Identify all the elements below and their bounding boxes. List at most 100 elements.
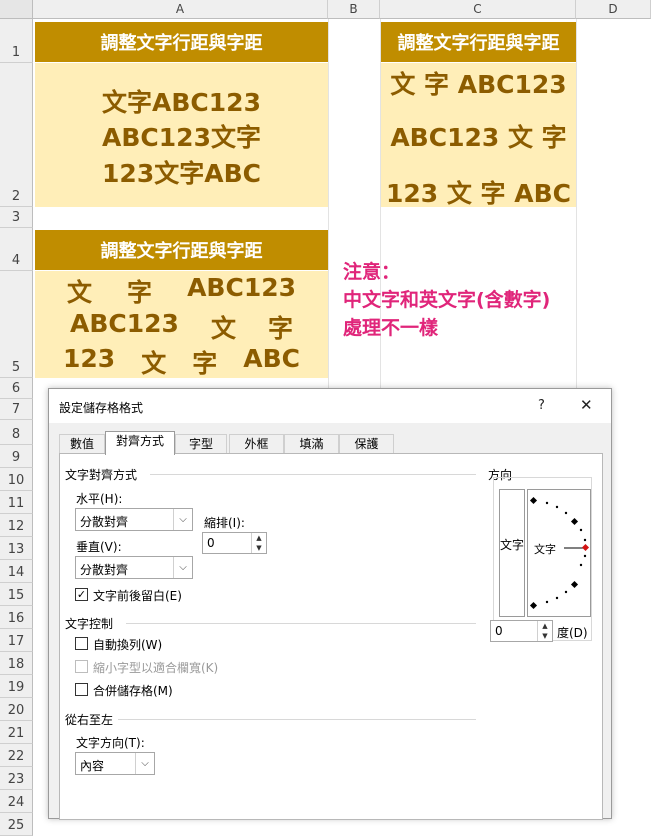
row-header-16[interactable]: 16 bbox=[0, 606, 33, 629]
row-header-22[interactable]: 22 bbox=[0, 744, 33, 767]
chevron-down-icon[interactable]: ⌵ bbox=[135, 753, 154, 774]
column-header-d[interactable]: D bbox=[576, 0, 651, 19]
column-header-b[interactable]: B bbox=[328, 0, 380, 19]
tab-protection[interactable]: 保護 bbox=[339, 434, 394, 454]
degrees-spinner[interactable]: 0 ▲ ▼ bbox=[490, 620, 553, 642]
spin-up-icon[interactable]: ▲ bbox=[252, 533, 266, 543]
cell-a2[interactable]: 文字ABC123 ABC123文字 123文字ABC bbox=[35, 63, 328, 207]
tab-alignment[interactable]: 對齊方式 bbox=[105, 431, 175, 455]
orientation-dial[interactable]: 文字 bbox=[527, 489, 591, 617]
row-header-3[interactable]: 3 bbox=[0, 207, 33, 228]
dialog-titlebar[interactable]: 設定儲存格格式 ? ✕ bbox=[49, 389, 611, 423]
cell-a1-header[interactable]: 調整文字行距與字距 bbox=[35, 22, 328, 62]
horizontal-label: 水平(H): bbox=[76, 492, 123, 506]
cell-c1-header[interactable]: 調整文字行距與字距 bbox=[381, 22, 576, 62]
row-number: 8 bbox=[11, 427, 21, 442]
shrink-to-fit-label: 縮小字型以適合欄寬(K) bbox=[93, 661, 219, 675]
cell-text-line: 123文字ABC bbox=[102, 159, 261, 188]
close-button[interactable]: ✕ bbox=[580, 396, 593, 414]
cell-text-token: 文 bbox=[141, 349, 167, 378]
row-header-21[interactable]: 21 bbox=[0, 721, 33, 744]
help-button[interactable]: ? bbox=[538, 398, 545, 413]
row-header-11[interactable]: 11 bbox=[0, 491, 33, 514]
column-header-c[interactable]: C bbox=[380, 0, 576, 19]
row-header-25[interactable]: 25 bbox=[0, 813, 33, 836]
row-header-5[interactable]: 5 bbox=[0, 271, 33, 378]
cell-text-token: 字 bbox=[267, 314, 293, 343]
note-line: 注意： bbox=[343, 261, 401, 283]
row-header-24[interactable]: 24 bbox=[0, 790, 33, 813]
row-header-8[interactable]: 8 bbox=[0, 420, 33, 445]
wrap-text-label[interactable]: 自動換列(W) bbox=[93, 636, 162, 653]
cell-text-line: 123 文 字 ABC bbox=[385, 179, 572, 208]
dialog-title: 設定儲存格格式 bbox=[59, 401, 144, 415]
row-header-13[interactable]: 13 bbox=[0, 537, 33, 560]
justify-distributed-label[interactable]: 文字前後留白(E) bbox=[93, 587, 182, 604]
row-number: 21 bbox=[7, 726, 25, 741]
row-number: 20 bbox=[7, 703, 25, 718]
row-header-18[interactable]: 18 bbox=[0, 652, 33, 675]
spin-down-icon[interactable]: ▼ bbox=[252, 543, 266, 553]
horizontal-select[interactable]: 分散對齊 ⌵ bbox=[75, 508, 193, 531]
vertical-text-sample: 文字 bbox=[500, 538, 525, 552]
tab-number[interactable]: 數值 bbox=[59, 434, 105, 454]
row-header-9[interactable]: 9 bbox=[0, 445, 33, 468]
alignment-panel: 文字對齊方式 水平(H): 分散對齊 ⌵ 縮排(I): 0 ▲ ▼ 垂直(V):… bbox=[59, 453, 603, 820]
spin-down-icon[interactable]: ▼ bbox=[538, 631, 552, 641]
row-header-4[interactable]: 4 bbox=[0, 228, 33, 271]
cell-a4-header[interactable]: 調整文字行距與字距 bbox=[35, 230, 328, 270]
chevron-down-icon[interactable]: ⌵ bbox=[173, 557, 192, 578]
row-header-17[interactable]: 17 bbox=[0, 629, 33, 652]
vertical-select-value: 分散對齊 bbox=[80, 563, 129, 577]
row-header-19[interactable]: 19 bbox=[0, 675, 33, 698]
row-number: 24 bbox=[7, 795, 25, 810]
merge-cells-label[interactable]: 合併儲存格(M) bbox=[93, 682, 173, 699]
row-number: 7 bbox=[11, 402, 21, 417]
column-header-a[interactable]: A bbox=[33, 0, 328, 19]
vertical-select[interactable]: 分散對齊 ⌵ bbox=[75, 556, 193, 579]
vertical-label: 垂直(V): bbox=[76, 540, 122, 554]
note-text: 注意： 中文字和英文字(含數字) 處理不一樣 bbox=[343, 258, 550, 342]
tab-border[interactable]: 外框 bbox=[229, 434, 284, 454]
row-number: 10 bbox=[7, 473, 25, 488]
row-number: 15 bbox=[7, 588, 25, 603]
row-number: 16 bbox=[7, 611, 25, 626]
row-header-12[interactable]: 12 bbox=[0, 514, 33, 537]
row-header-23[interactable]: 23 bbox=[0, 767, 33, 790]
cell-text-line: ABC123 文 字 bbox=[35, 309, 328, 345]
wrap-text-checkbox[interactable] bbox=[75, 637, 88, 650]
row-number: 3 bbox=[11, 210, 21, 225]
vertical-text-box[interactable]: 文字 bbox=[499, 489, 525, 617]
justify-distributed-checkbox[interactable]: ✓ bbox=[75, 588, 88, 601]
row-header-2[interactable]: 2 bbox=[0, 63, 33, 207]
chevron-down-icon[interactable]: ⌵ bbox=[173, 509, 192, 530]
format-cells-dialog: 設定儲存格格式 ? ✕ 數值 對齊方式 字型 外框 填滿 保護 文字對齊方式 水… bbox=[48, 388, 612, 820]
text-alignment-section-label: 文字對齊方式 bbox=[65, 468, 138, 482]
row-number: 14 bbox=[7, 565, 25, 580]
cell-a5[interactable]: 文 字 ABC123 ABC123 文 字 123 文 字 ABC bbox=[35, 271, 328, 378]
indent-spinner[interactable]: 0 ▲ ▼ bbox=[202, 532, 267, 554]
spinner-buttons[interactable]: ▲ ▼ bbox=[537, 621, 552, 641]
orientation-group: 文字 文字 bbox=[493, 469, 592, 641]
row-header-1[interactable]: 1 bbox=[0, 19, 33, 63]
row-header-7[interactable]: 7 bbox=[0, 399, 33, 420]
spinner-buttons[interactable]: ▲ ▼ bbox=[251, 533, 266, 553]
row-header-10[interactable]: 10 bbox=[0, 468, 33, 491]
row-header-14[interactable]: 14 bbox=[0, 560, 33, 583]
row-number: 11 bbox=[7, 496, 25, 511]
row-number: 13 bbox=[7, 542, 25, 557]
tab-fill[interactable]: 填滿 bbox=[284, 434, 339, 454]
tab-font[interactable]: 字型 bbox=[175, 434, 227, 454]
cell-text-token: 字 bbox=[192, 349, 218, 378]
text-control-section-label: 文字控制 bbox=[65, 617, 114, 631]
text-direction-select[interactable]: 內容 ⌵ bbox=[75, 752, 155, 775]
cell-c2[interactable]: 文 字 ABC123 ABC123 文 字 123 文 字 ABC bbox=[381, 63, 576, 208]
merge-cells-checkbox[interactable] bbox=[75, 683, 88, 696]
spin-up-icon[interactable]: ▲ bbox=[538, 621, 552, 631]
indent-label: 縮排(I): bbox=[204, 516, 245, 530]
select-all-corner[interactable] bbox=[0, 0, 33, 19]
row-number: 4 bbox=[11, 253, 21, 268]
row-header-6[interactable]: 6 bbox=[0, 378, 33, 399]
row-header-20[interactable]: 20 bbox=[0, 698, 33, 721]
row-header-15[interactable]: 15 bbox=[0, 583, 33, 606]
